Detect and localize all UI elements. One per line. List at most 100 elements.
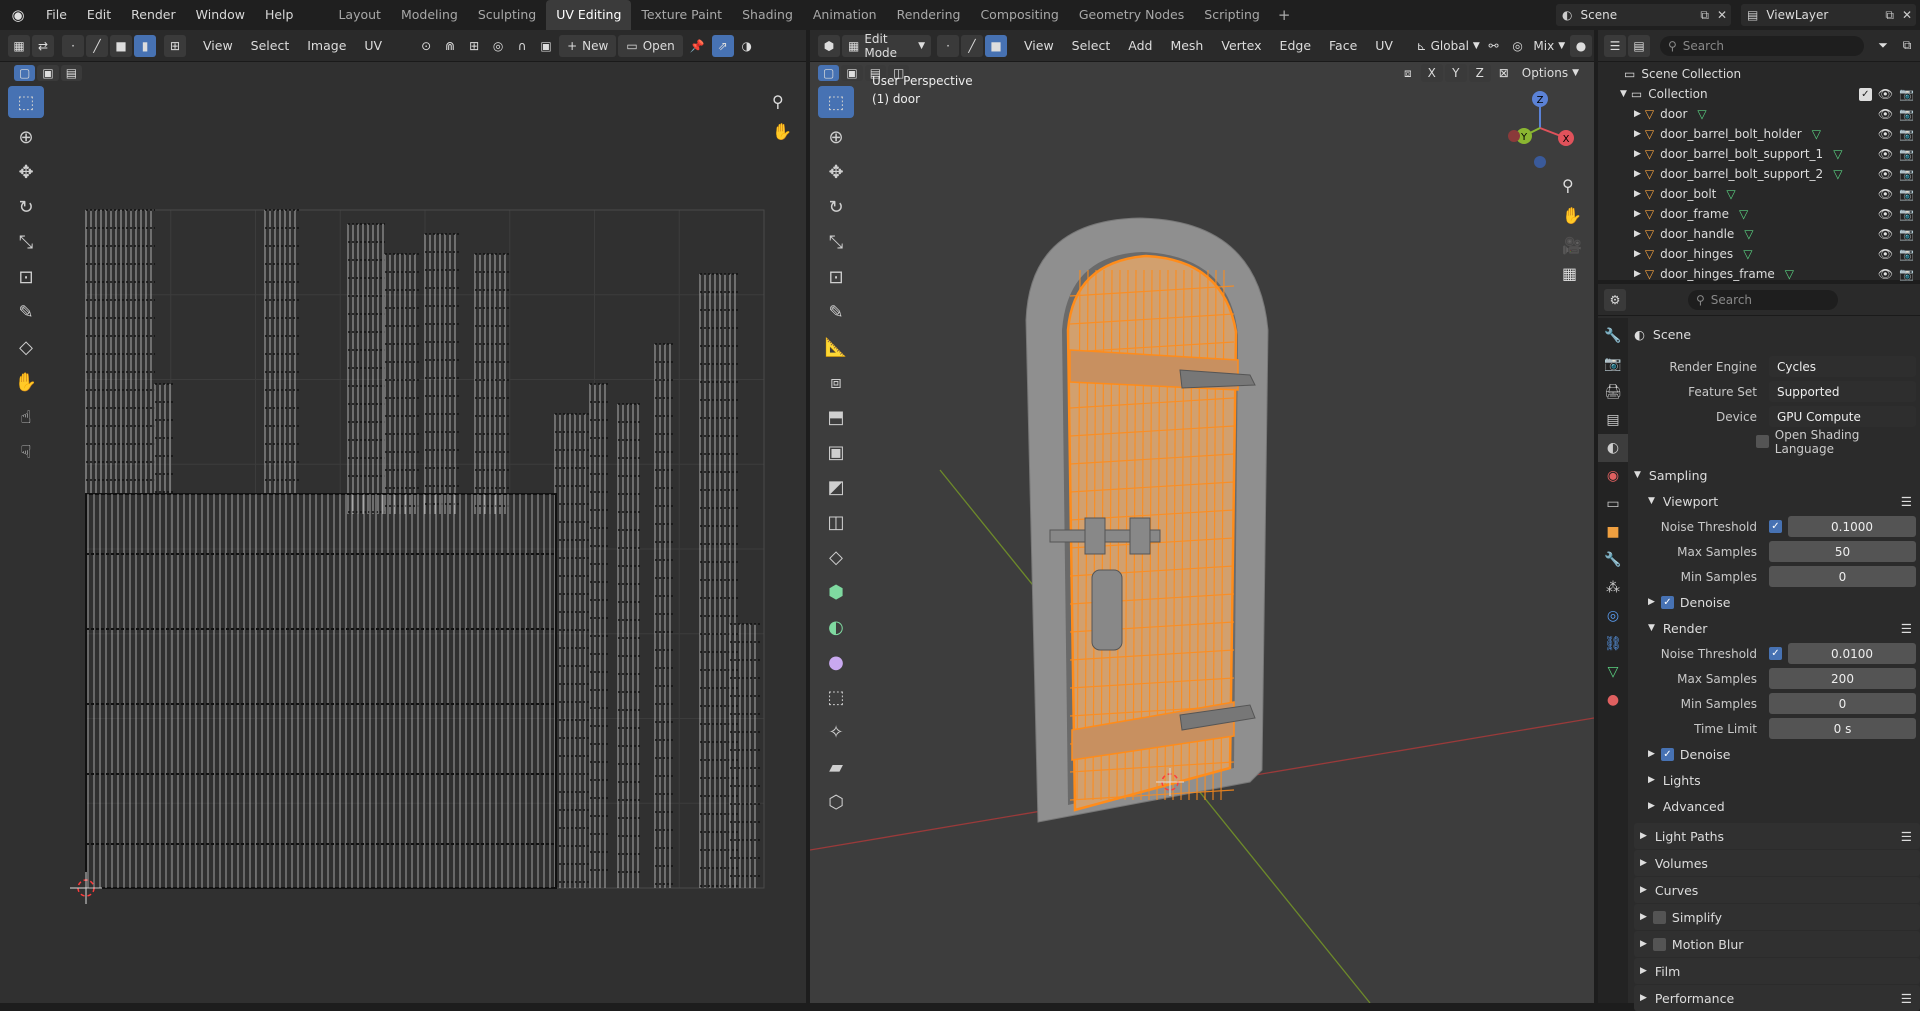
camera-icon[interactable]: 📷 — [1899, 187, 1914, 201]
r-denoise-checkbox[interactable]: ✓ — [1660, 747, 1674, 761]
pin-icon[interactable]: 📌 — [685, 35, 710, 57]
uv-menu-view[interactable]: View — [194, 38, 242, 53]
select-mode-set-icon[interactable]: ▢ — [14, 65, 36, 81]
tab-uv-editing[interactable]: UV Editing — [546, 0, 632, 30]
list-icon[interactable]: ☰ — [1901, 494, 1912, 509]
navigation-gizmo[interactable]: Z X Y — [1500, 88, 1580, 168]
outliner-object-row[interactable]: ▶ ▽ door_barrel_bolt_holder ▽ 👁 📷 — [1604, 124, 1914, 144]
physics-tab-icon[interactable]: ◎ — [1598, 602, 1628, 630]
vp-zoom-icon[interactable]: ⚲ — [1562, 176, 1574, 195]
performance-panel-header[interactable]: ▶ Performance ☰ — [1634, 985, 1920, 1011]
list-icon[interactable]: ☰ — [1901, 829, 1912, 844]
eye-icon[interactable]: 👁 — [1878, 247, 1893, 261]
outliner-object-row[interactable]: ▶ ▽ door_barrel_bolt_support_1 ▽ 👁 📷 — [1604, 144, 1914, 164]
outliner-object-row[interactable]: ▶ ▽ door_frame ▽ 👁 📷 — [1604, 204, 1914, 224]
select-mode-extend-icon[interactable]: ▣ — [37, 65, 59, 81]
constraints-tab-icon[interactable]: ⛓ — [1598, 630, 1628, 658]
particles-tab-icon[interactable]: ⁂ — [1598, 574, 1628, 602]
tab-compositing[interactable]: Compositing — [970, 0, 1068, 30]
delete-viewlayer-icon[interactable]: ✕ — [1902, 8, 1912, 22]
render-engine-dropdown[interactable]: Cycles — [1769, 356, 1916, 377]
tab-rendering[interactable]: Rendering — [887, 0, 971, 30]
r-noise-checkbox[interactable]: ✓ — [1769, 647, 1782, 660]
island-select-icon[interactable]: ▮ — [134, 34, 156, 57]
outliner-object-row[interactable]: ▶ ▽ door ▽ 👁 📷 — [1604, 104, 1914, 124]
menu-window[interactable]: Window — [186, 0, 255, 30]
filter-icon[interactable]: ⏷ — [1872, 35, 1894, 57]
eye-icon[interactable]: 👁 — [1878, 207, 1893, 221]
camera-icon[interactable]: 📷 — [1899, 247, 1914, 261]
scene-collection-row[interactable]: ▭ Scene Collection — [1604, 64, 1914, 84]
expand-icon[interactable]: ▶ — [1634, 229, 1641, 239]
sticky-select-icon[interactable]: ⊞ — [164, 34, 186, 57]
eye-icon[interactable]: 👁 — [1878, 167, 1893, 181]
r-denoise-header[interactable]: ▶ ✓ Denoise — [1634, 741, 1920, 767]
eye-icon[interactable]: 👁 — [1878, 107, 1893, 121]
world-tab-icon[interactable]: ◉ — [1598, 462, 1628, 490]
output-tab-icon[interactable]: 🖨 — [1598, 378, 1628, 406]
motion-blur-checkbox[interactable] — [1652, 937, 1666, 951]
expand-icon[interactable]: ▶ — [1634, 149, 1641, 159]
osl-checkbox[interactable] — [1756, 435, 1769, 448]
tab-modeling[interactable]: Modeling — [391, 0, 468, 30]
vp-pan-icon[interactable]: ✋ — [1562, 206, 1582, 225]
collapse-icon[interactable]: ▼ — [1620, 89, 1627, 99]
volumes-panel-header[interactable]: ▶ Volumes — [1634, 850, 1920, 876]
outliner-object-row[interactable]: ▶ ▽ door_barrel_bolt_support_2 ▽ 👁 📷 — [1604, 164, 1914, 184]
proportional-edit-icon[interactable]: ◎ — [487, 35, 509, 57]
menu-render[interactable]: Render — [121, 0, 186, 30]
film-panel-header[interactable]: ▶ Film — [1634, 958, 1920, 984]
sync-selection-icon[interactable]: ⇄ — [32, 34, 54, 57]
curves-panel-header[interactable]: ▶ Curves — [1634, 877, 1920, 903]
simplify-panel-header[interactable]: ▶ Simplify — [1634, 904, 1920, 930]
tab-animation[interactable]: Animation — [803, 0, 887, 30]
edge-select-icon[interactable]: ╱ — [86, 34, 108, 57]
r-noise-field[interactable]: 0.0100 — [1788, 643, 1916, 664]
collection-tab-icon[interactable]: ▭ — [1598, 490, 1628, 518]
tab-shading[interactable]: Shading — [732, 0, 803, 30]
tab-scripting[interactable]: Scripting — [1194, 0, 1270, 30]
outliner-object-row[interactable]: ▶ ▽ door_hinges ▽ 👁 📷 — [1604, 244, 1914, 264]
vp-denoise-checkbox[interactable]: ✓ — [1660, 595, 1674, 609]
vp-camera-icon[interactable]: 🎥 — [1562, 236, 1582, 255]
vp-noise-field[interactable]: 0.1000 — [1788, 516, 1916, 537]
device-dropdown[interactable]: GPU Compute — [1769, 406, 1916, 427]
advanced-subpanel-header[interactable]: ▶ Advanced — [1634, 793, 1920, 819]
data-tab-icon[interactable]: ▽ — [1598, 658, 1628, 686]
eye-icon[interactable]: 👁 — [1878, 227, 1893, 241]
snap-icon[interactable]: ⋒ — [439, 35, 461, 57]
outliner-search[interactable]: ⚲ Search — [1660, 35, 1864, 56]
tab-geometry-nodes[interactable]: Geometry Nodes — [1069, 0, 1194, 30]
feature-set-dropdown[interactable]: Supported — [1769, 381, 1916, 402]
scene-selector[interactable]: ◐ Scene ⧉ ✕ — [1556, 4, 1731, 26]
tool-tab-icon[interactable]: 🔧 — [1598, 322, 1628, 350]
uv-menu-uv[interactable]: UV — [355, 38, 391, 53]
r-max-field[interactable]: 200 — [1769, 668, 1916, 689]
expand-icon[interactable]: ▶ — [1634, 269, 1641, 279]
uv-menu-image[interactable]: Image — [298, 38, 355, 53]
overlay-icon[interactable]: ◑ — [736, 35, 758, 57]
motion-blur-panel-header[interactable]: ▶ Motion Blur — [1634, 931, 1920, 957]
tab-layout[interactable]: Layout — [328, 0, 391, 30]
vp-noise-checkbox[interactable]: ✓ — [1769, 520, 1782, 533]
camera-icon[interactable]: 📷 — [1899, 87, 1914, 101]
camera-icon[interactable]: 📷 — [1899, 147, 1914, 161]
r-min-field[interactable]: 0 — [1769, 693, 1916, 714]
tab-texture-paint[interactable]: Texture Paint — [631, 0, 732, 30]
delete-scene-icon[interactable]: ✕ — [1717, 8, 1727, 22]
expand-icon[interactable]: ▶ — [1634, 129, 1641, 139]
list-icon[interactable]: ☰ — [1901, 621, 1912, 636]
expand-icon[interactable]: ▶ — [1634, 109, 1641, 119]
outliner-object-row[interactable]: ▶ ▽ door_hinges_frame ▽ 👁 📷 — [1604, 264, 1914, 284]
view-layer-tab-icon[interactable]: ▤ — [1598, 406, 1628, 434]
expand-icon[interactable]: ▶ — [1634, 249, 1641, 259]
menu-file[interactable]: File — [36, 0, 77, 30]
camera-icon[interactable]: 📷 — [1899, 107, 1914, 121]
viewlayer-selector[interactable]: ▤ ViewLayer ⧉ ✕ — [1741, 4, 1916, 26]
light-paths-panel-header[interactable]: ▶ Light Paths ☰ — [1634, 823, 1920, 849]
camera-icon[interactable]: 📷 — [1899, 127, 1914, 141]
new-viewlayer-icon[interactable]: ⧉ — [1885, 8, 1894, 23]
sampling-panel-header[interactable]: ▼ Sampling — [1634, 462, 1920, 488]
camera-icon[interactable]: 📷 — [1899, 207, 1914, 221]
open-image-button[interactable]: ▭ Open — [618, 34, 683, 57]
